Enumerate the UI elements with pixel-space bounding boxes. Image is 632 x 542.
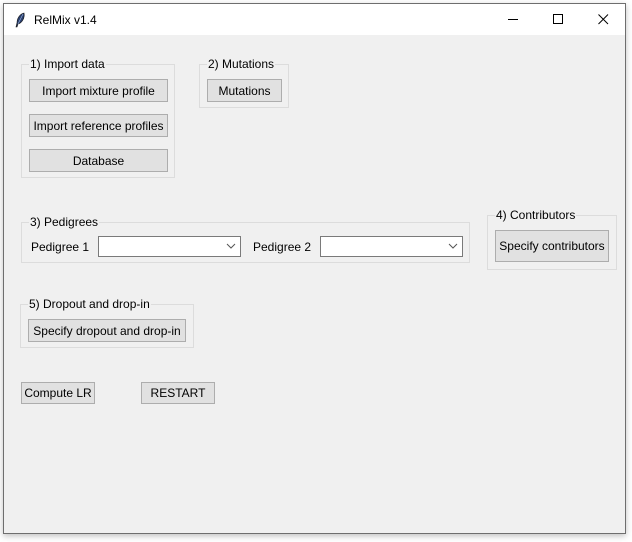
pedigree-1-select[interactable] xyxy=(98,236,241,257)
specify-dropout-button[interactable]: Specify dropout and drop-in xyxy=(28,319,186,342)
minimize-button[interactable] xyxy=(490,4,536,35)
pedigree-2-label: Pedigree 2 xyxy=(253,240,312,254)
compute-lr-button[interactable]: Compute LR xyxy=(21,382,95,404)
maximize-icon xyxy=(552,14,563,24)
pedigree-1-label: Pedigree 1 xyxy=(31,240,90,254)
chevron-down-icon xyxy=(448,243,458,249)
pedigrees-label: 3) Pedigrees xyxy=(29,215,100,229)
close-button[interactable] xyxy=(580,4,626,35)
restart-button[interactable]: RESTART xyxy=(141,382,215,404)
import-mixture-profile-button[interactable]: Import mixture profile xyxy=(29,79,168,102)
database-button[interactable]: Database xyxy=(29,149,168,172)
title-bar[interactable]: RelMix v1.4 xyxy=(4,4,625,35)
feather-icon xyxy=(15,12,25,28)
pedigree-2-select[interactable] xyxy=(320,236,463,257)
import-reference-profiles-button[interactable]: Import reference profiles xyxy=(29,114,168,137)
minimize-icon xyxy=(507,19,518,20)
specify-contributors-button[interactable]: Specify contributors xyxy=(495,230,609,262)
maximize-button[interactable] xyxy=(535,4,581,35)
close-icon xyxy=(597,14,608,25)
import-data-label: 1) Import data xyxy=(29,57,106,71)
window-title: RelMix v1.4 xyxy=(34,13,97,27)
app-window: RelMix v1.4 1) Import data Import mixtur… xyxy=(3,3,626,534)
chevron-down-icon xyxy=(226,243,236,249)
mutations-label: 2) Mutations xyxy=(207,57,276,71)
contributors-label: 4) Contributors xyxy=(495,208,577,222)
mutations-button[interactable]: Mutations xyxy=(207,79,282,102)
dropout-label: 5) Dropout and drop-in xyxy=(28,297,151,311)
